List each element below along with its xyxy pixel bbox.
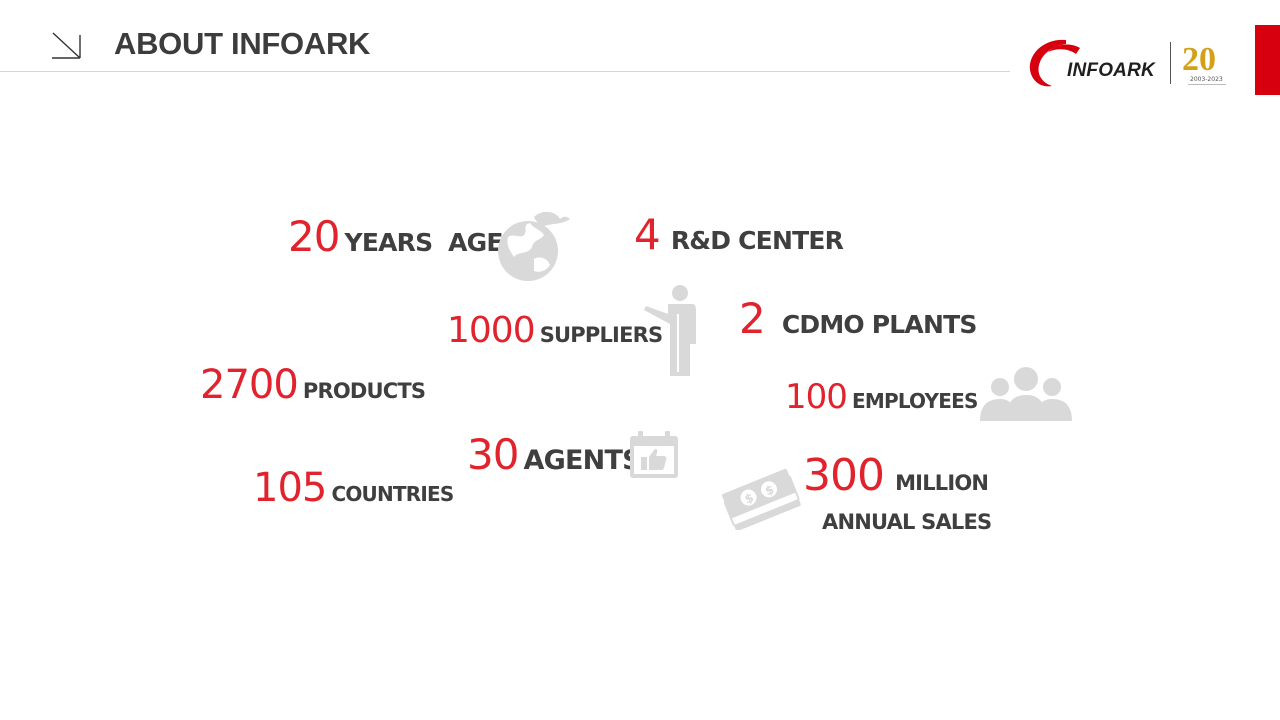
stat-cdmo: 2 CDMO PLANTS [739,294,977,343]
group-icon [980,367,1072,421]
stat-suppliers: 1000 SUPPLIERS [447,310,663,351]
presenter-icon [644,285,696,376]
stat-products-label: PRODUCTS [302,379,426,403]
logo-divider [1170,42,1171,84]
stat-employees-value: 100 [785,377,848,417]
stat-countries-value: 105 [253,465,327,511]
stat-years-label: YEARS AGE [344,228,504,257]
stat-suppliers-value: 1000 [447,310,536,351]
stat-products: 2700 PRODUCTS [200,362,426,408]
anniversary-20-emblem: 20 2003-2023 [1182,41,1226,85]
anniversary-years: 2003-2023 [1190,76,1223,83]
stat-employees: 100 EMPLOYEES [785,377,978,417]
stat-rd-center: 4 R&D CENTER [634,210,844,259]
company-logo: INFOARK 20 2003-2023 [1026,34,1232,90]
stat-rd-label: R&D CENTER [670,226,844,255]
stat-years-value: 20 [288,212,340,261]
stat-sales-label-2: ANNUAL SALES [822,510,992,534]
brand-red-bar [1255,25,1280,95]
page-title: ABOUT INFOARK [114,26,371,61]
stat-cdmo-value: 2 [739,294,766,343]
stat-sales-label: MILLION [895,471,989,495]
stat-employees-label: EMPLOYEES [852,389,978,413]
globe-icon [498,211,570,281]
stat-agents-value: 30 [467,430,519,479]
stat-agents: 30 AGENTS [467,430,642,479]
money-stack-icon: $ $ [722,468,801,530]
stat-countries: 105 COUNTRIES [253,465,454,511]
stat-agents-label: AGENTS [523,445,642,476]
corner-arrow-icon [52,32,81,59]
anniversary-number: 20 [1182,41,1216,78]
stat-rd-value: 4 [634,210,661,259]
stat-countries-label: COUNTRIES [331,482,454,506]
stat-sales-value: 300 [803,450,885,501]
header-divider [0,71,1010,72]
stat-cdmo-label: CDMO PLANTS [781,310,978,339]
stat-products-value: 2700 [200,362,299,408]
logo-text: INFOARK [1067,60,1155,81]
stat-sales: 300 MILLION [803,450,989,501]
stat-years: 20 YEARS AGE [288,212,503,261]
stat-sales-sublabel: ANNUAL SALES [822,510,992,534]
calendar-thumbs-up-icon [630,431,678,478]
